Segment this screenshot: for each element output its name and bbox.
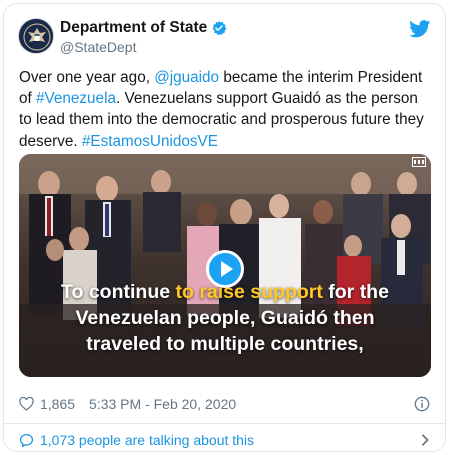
- video-caption: To continue to raise support for the Ven…: [19, 279, 431, 357]
- tweet-header: Department of State @StateDept: [18, 18, 431, 62]
- divider: [4, 423, 445, 424]
- twitter-bird-icon[interactable]: [409, 20, 431, 38]
- verified-badge-icon: [212, 20, 227, 35]
- tweet-card[interactable]: Department of State @StateDept Over one …: [3, 3, 446, 452]
- caption-text: To continue: [61, 281, 176, 303]
- caption-line-3: traveled to multiple countries,: [86, 333, 364, 355]
- handle: @StateDept: [60, 39, 137, 55]
- video-player[interactable]: To continue to raise support for the Ven…: [19, 154, 431, 377]
- caption-line-2: Venezuelan people, Guaidó then: [75, 307, 375, 329]
- heart-icon[interactable]: [19, 397, 34, 411]
- caption-highlight: to raise support: [175, 281, 323, 303]
- display-name: Department of State: [60, 19, 208, 36]
- like-count[interactable]: 1,865: [40, 396, 75, 412]
- conversation-link[interactable]: 1,073 people are talking about this: [19, 430, 430, 450]
- play-button[interactable]: [206, 250, 244, 288]
- state-seal-icon: [19, 19, 53, 53]
- display-name-row: Department of State: [60, 18, 227, 37]
- tweet-text: Over one year ago, @jguaido became the i…: [19, 67, 434, 152]
- hashtag-venezuela-link[interactable]: #Venezuela: [36, 90, 116, 107]
- conversation-count-text: 1,073 people are talking about this: [40, 432, 255, 448]
- closed-caption-icon: [412, 157, 426, 167]
- timestamp[interactable]: 5:33 PM - Feb 20, 2020: [89, 396, 236, 412]
- account-names[interactable]: Department of State @StateDept: [60, 18, 227, 56]
- hashtag-estamosunidosve-link[interactable]: #EstamosUnidosVE: [82, 133, 218, 150]
- chevron-right-icon: [422, 434, 429, 446]
- mention-link[interactable]: @jguaido: [154, 69, 219, 86]
- speech-bubble-icon: [19, 433, 34, 447]
- caption-text: for the: [322, 281, 389, 303]
- info-icon[interactable]: [414, 396, 430, 412]
- avatar[interactable]: [18, 18, 54, 54]
- tweet-text-part: Over one year ago,: [19, 69, 155, 86]
- tweet-meta: 1,865 5:33 PM - Feb 20, 2020: [19, 394, 430, 414]
